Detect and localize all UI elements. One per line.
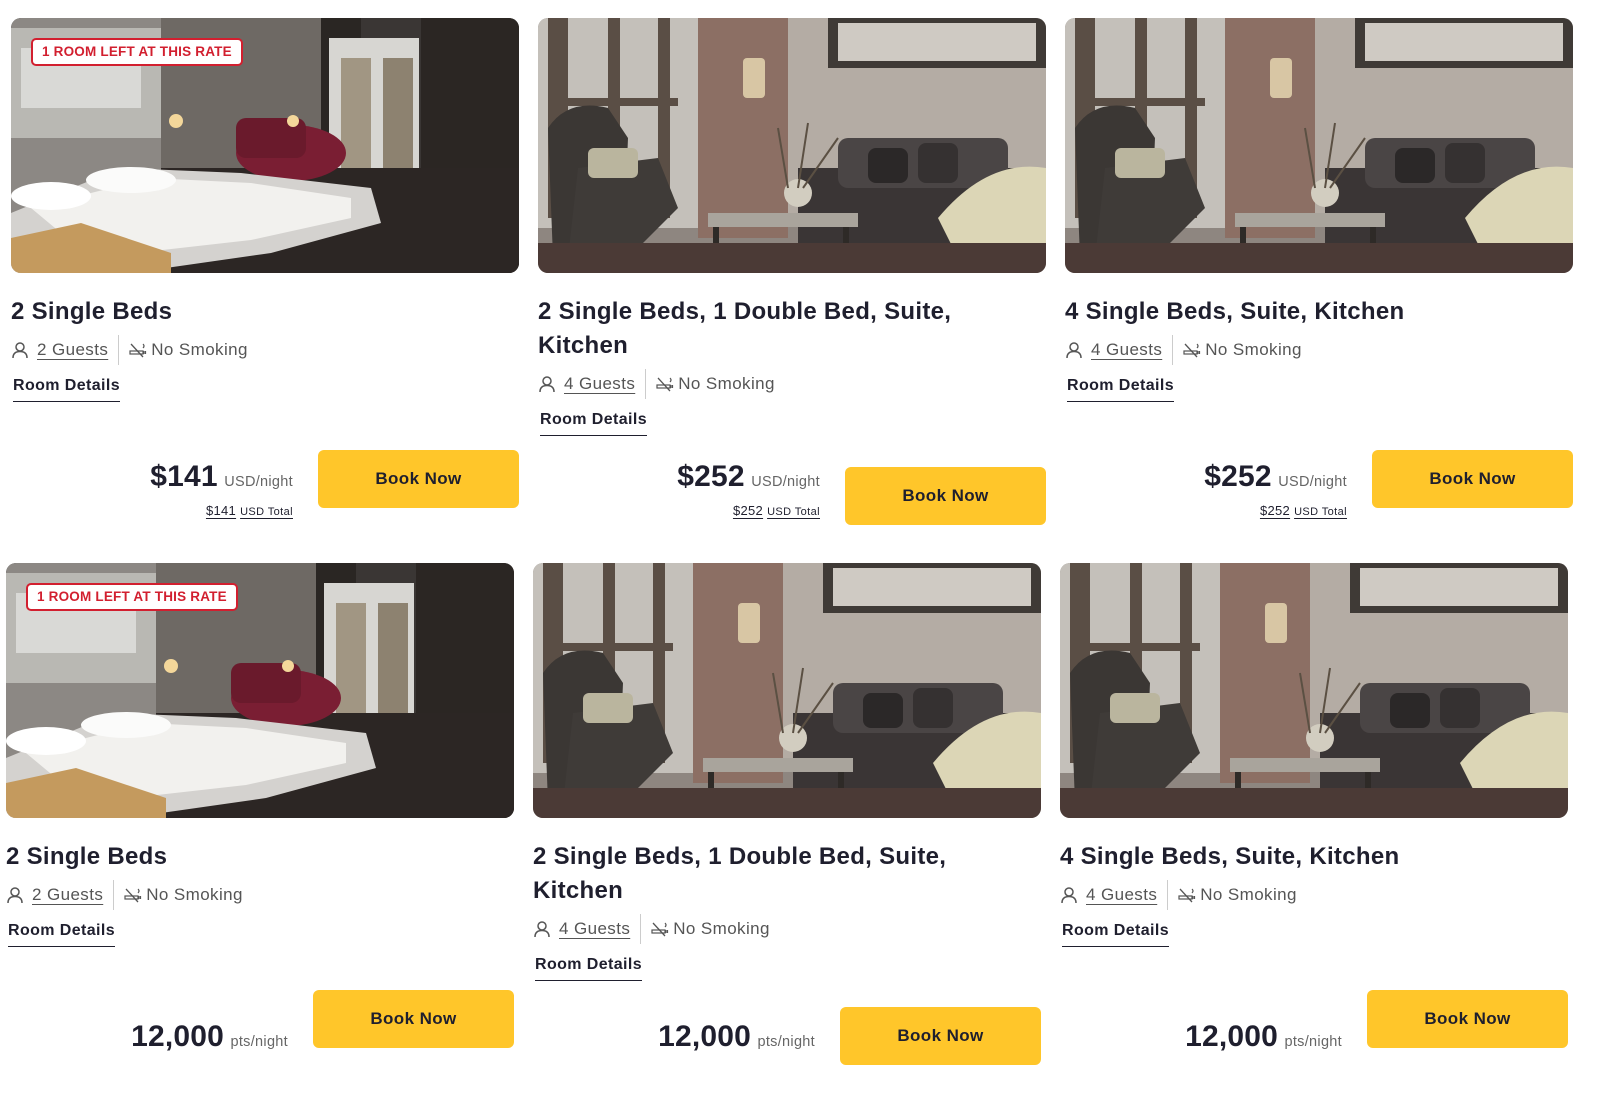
smoking-policy: No Smoking xyxy=(1200,885,1297,904)
room-photo[interactable]: 1 ROOM LEFT AT THIS RATE xyxy=(6,563,514,818)
total-unit: USD Total xyxy=(1294,506,1347,518)
smoking-policy: No Smoking xyxy=(678,374,775,393)
no-smoking-icon xyxy=(129,343,147,358)
person-icon xyxy=(539,376,555,393)
book-now-button[interactable]: Book Now xyxy=(318,450,519,508)
person-icon xyxy=(1066,342,1082,359)
total-amount: $252 xyxy=(732,503,764,518)
no-smoking-icon xyxy=(656,377,674,392)
price-amount: $141 xyxy=(150,460,218,493)
no-smoking-icon xyxy=(1183,343,1201,358)
book-now-button[interactable]: Book Now xyxy=(840,1007,1041,1065)
price-per-night: 12,000 pts/night xyxy=(131,1020,288,1054)
guests-link[interactable]: 2 Guests xyxy=(32,885,103,905)
price-total-link[interactable]: $252 USD Total xyxy=(733,503,820,518)
room-meta: 2 Guests No Smoking xyxy=(6,880,514,910)
room-photo[interactable] xyxy=(538,18,1046,273)
price-unit: USD/night xyxy=(751,474,820,490)
total-unit: USD Total xyxy=(240,506,293,518)
book-now-button[interactable]: Book Now xyxy=(1367,990,1568,1048)
price-total-link[interactable]: $252 USD Total xyxy=(1260,503,1347,518)
meta-divider xyxy=(1167,880,1169,910)
price-per-night: 12,000 pts/night xyxy=(1185,1020,1342,1054)
smoking-policy: No Smoking xyxy=(151,340,248,359)
smoking-policy: No Smoking xyxy=(1205,340,1302,359)
total-unit: USD Total xyxy=(767,506,820,518)
price-unit: USD/night xyxy=(224,474,293,490)
room-meta: 4 Guests No Smoking xyxy=(538,369,1046,399)
guests-link[interactable]: 4 Guests xyxy=(1086,885,1157,905)
room-photo[interactable] xyxy=(533,563,1041,818)
price-unit: pts/night xyxy=(230,1034,288,1050)
person-icon xyxy=(534,921,550,938)
room-details-link[interactable]: Room Details xyxy=(1067,377,1175,402)
room-card: 1 ROOM LEFT AT THIS RATE 2 Single Beds 2… xyxy=(11,18,519,518)
meta-divider xyxy=(1172,335,1174,365)
room-meta: 2 Guests No Smoking xyxy=(11,335,519,365)
room-title: 4 Single Beds, Suite, Kitchen xyxy=(1060,843,1400,870)
guests-link[interactable]: 4 Guests xyxy=(1091,340,1162,360)
smoking-policy: No Smoking xyxy=(146,885,243,904)
price-total-link[interactable]: $141 USD Total xyxy=(206,503,293,518)
no-smoking-icon xyxy=(651,922,669,937)
room-card: 4 Single Beds, Suite, Kitchen 4 Guests N… xyxy=(1060,563,1568,1053)
availability-badge: 1 ROOM LEFT AT THIS RATE xyxy=(31,38,243,66)
guests-link[interactable]: 4 Guests xyxy=(559,919,630,939)
room-title: 2 Single Beds xyxy=(11,298,173,325)
room-details-link[interactable]: Room Details xyxy=(13,377,121,402)
price-unit: pts/night xyxy=(1284,1034,1342,1050)
price-per-night: $141 USD/night xyxy=(150,460,293,494)
no-smoking-icon xyxy=(1178,888,1196,903)
availability-badge: 1 ROOM LEFT AT THIS RATE xyxy=(26,583,238,611)
price-per-night: $252 USD/night xyxy=(677,460,820,494)
meta-divider xyxy=(113,880,115,910)
price-unit: USD/night xyxy=(1278,474,1347,490)
total-amount: $252 xyxy=(1259,503,1291,518)
room-card: 2 Single Beds, 1 Double Bed, Suite, Kitc… xyxy=(533,563,1041,1067)
room-photo[interactable] xyxy=(1060,563,1568,818)
room-title: 4 Single Beds, Suite, Kitchen xyxy=(1065,298,1405,325)
person-icon xyxy=(7,887,23,904)
room-title: 2 Single Beds, 1 Double Bed, Suite, Kitc… xyxy=(533,843,947,904)
price-amount: 12,000 xyxy=(1185,1020,1279,1053)
guests-link[interactable]: 2 Guests xyxy=(37,340,108,360)
smoking-policy: No Smoking xyxy=(673,919,770,938)
room-photo[interactable]: 1 ROOM LEFT AT THIS RATE xyxy=(11,18,519,273)
person-icon xyxy=(12,342,28,359)
room-meta: 4 Guests No Smoking xyxy=(1060,880,1568,910)
room-card: 1 ROOM LEFT AT THIS RATE 2 Single Beds 2… xyxy=(6,563,514,1053)
total-amount: $141 xyxy=(205,503,237,518)
room-meta: 4 Guests No Smoking xyxy=(1065,335,1573,365)
price-per-night: $252 USD/night xyxy=(1204,460,1347,494)
price-per-night: 12,000 pts/night xyxy=(658,1020,815,1054)
no-smoking-icon xyxy=(124,888,142,903)
book-now-button[interactable]: Book Now xyxy=(313,990,514,1048)
price-amount: 12,000 xyxy=(131,1020,225,1053)
room-title: 2 Single Beds, 1 Double Bed, Suite, Kitc… xyxy=(538,298,952,359)
book-now-button[interactable]: Book Now xyxy=(845,467,1046,525)
meta-divider xyxy=(645,369,647,399)
price-amount: $252 xyxy=(677,460,745,493)
room-photo[interactable] xyxy=(1065,18,1573,273)
book-now-button[interactable]: Book Now xyxy=(1372,450,1573,508)
room-details-link[interactable]: Room Details xyxy=(8,922,116,947)
meta-divider xyxy=(118,335,120,365)
room-details-link[interactable]: Room Details xyxy=(1062,922,1170,947)
price-amount: $252 xyxy=(1204,460,1272,493)
meta-divider xyxy=(640,914,642,944)
guests-link[interactable]: 4 Guests xyxy=(564,374,635,394)
room-details-link[interactable]: Room Details xyxy=(540,411,648,436)
room-card: 4 Single Beds, Suite, Kitchen 4 Guests N… xyxy=(1065,18,1573,518)
room-title: 2 Single Beds xyxy=(6,843,168,870)
person-icon xyxy=(1061,887,1077,904)
room-card: 2 Single Beds, 1 Double Bed, Suite, Kitc… xyxy=(538,18,1046,527)
price-unit: pts/night xyxy=(757,1034,815,1050)
price-amount: 12,000 xyxy=(658,1020,752,1053)
room-meta: 4 Guests No Smoking xyxy=(533,914,1041,944)
room-details-link[interactable]: Room Details xyxy=(535,956,643,981)
